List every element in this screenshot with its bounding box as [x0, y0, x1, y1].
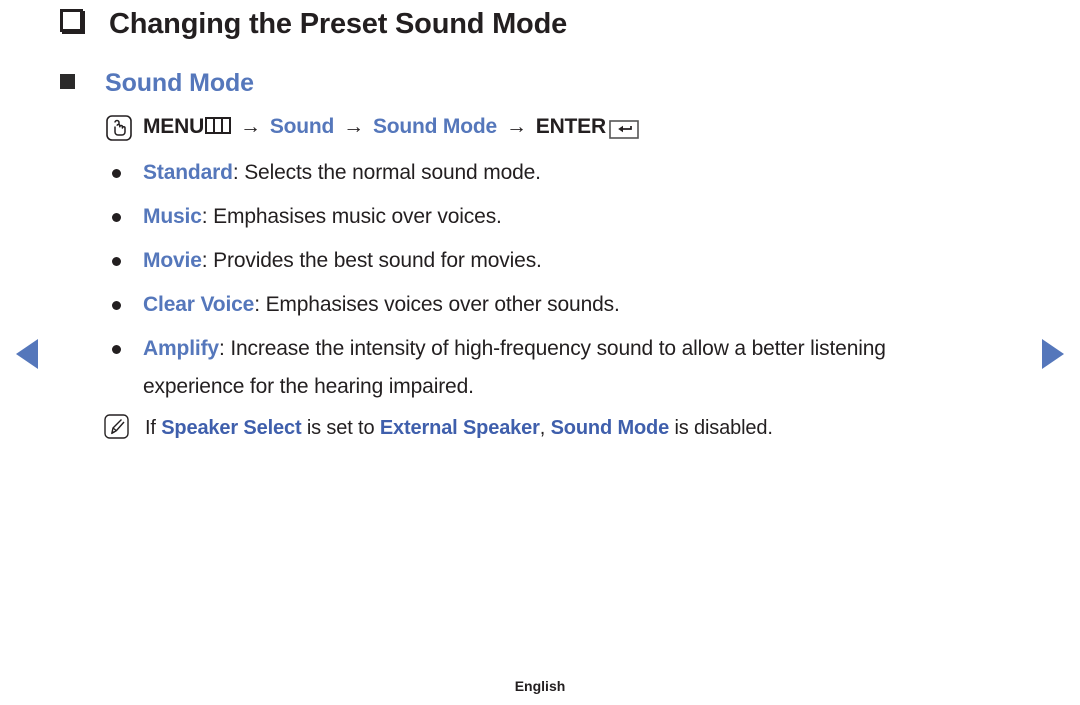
enter-button-label: ENTER	[536, 115, 639, 139]
triangle-left-icon[interactable]	[16, 339, 38, 369]
option-description: Provides the best sound for movies.	[213, 249, 542, 272]
list-item-text: Music: Emphasises music over voices.	[143, 198, 1020, 236]
list-item: Music: Emphasises music over voices.	[60, 198, 1020, 236]
list-item-text: Clear Voice: Emphasises voices over othe…	[143, 286, 1020, 324]
path-separator-1: →	[240, 115, 261, 138]
list-item: Clear Voice: Emphasises voices over othe…	[60, 286, 1020, 324]
hollow-square-bullet-icon	[60, 9, 83, 32]
note-part-2: is set to	[301, 417, 380, 439]
option-term: Music	[143, 205, 202, 228]
note-part-1: If	[145, 417, 162, 439]
note-term-external-speaker: External Speaker	[379, 417, 540, 439]
menu-path: MENU → Sound → Sound Mode → ENTER	[106, 114, 1020, 141]
note-term-speaker-select: Speaker Select	[161, 417, 302, 439]
enter-return-icon	[609, 120, 639, 139]
menu-label-text: MENU	[143, 115, 205, 138]
filled-square-bullet-icon	[60, 74, 75, 89]
option-description: Increase the intensity of high-frequency…	[143, 337, 886, 398]
note-part-3: ,	[539, 417, 551, 439]
manual-page: Changing the Preset Sound Mode Sound Mod…	[0, 0, 1080, 705]
option-separator: :	[201, 249, 214, 272]
bullet-dot-icon	[112, 345, 121, 354]
note-pencil-icon	[104, 414, 129, 439]
option-separator: :	[254, 293, 266, 316]
list-item: Movie: Provides the best sound for movie…	[60, 242, 1020, 280]
list-item-text: Amplify: Increase the intensity of high-…	[143, 330, 1020, 406]
list-item: Amplify: Increase the intensity of high-…	[60, 330, 1020, 406]
path-separator-3: →	[505, 115, 527, 138]
section-title-row: Sound Mode	[60, 69, 1020, 98]
list-item: Standard: Selects the normal sound mode.	[60, 154, 1020, 192]
enter-label-text: ENTER	[535, 115, 606, 138]
option-term: Amplify	[143, 337, 219, 360]
page-content: Changing the Preset Sound Mode Sound Mod…	[60, 8, 1020, 443]
note-text: If Speaker Select is set to External Spe…	[145, 413, 1020, 443]
option-term: Standard	[143, 161, 233, 184]
page-title: Changing the Preset Sound Mode	[109, 8, 568, 40]
option-separator: :	[201, 205, 214, 228]
path-separator-2: →	[343, 115, 364, 138]
note-part-4: is disabled.	[669, 417, 773, 439]
menu-bars-icon	[205, 117, 232, 134]
option-description: Emphasises voices over other sounds.	[265, 293, 620, 316]
menu-step-sound-mode: Sound Mode	[372, 115, 497, 138]
list-item-text: Movie: Provides the best sound for movie…	[143, 242, 1020, 280]
bullet-dot-icon	[112, 213, 121, 222]
option-description: Emphasises music over voices.	[213, 205, 502, 228]
bullet-dot-icon	[112, 301, 121, 310]
sound-mode-options-list: Standard: Selects the normal sound mode.…	[60, 154, 1020, 406]
page-title-row: Changing the Preset Sound Mode	[60, 8, 1020, 41]
list-item-text: Standard: Selects the normal sound mode.	[143, 154, 1020, 192]
note-row: If Speaker Select is set to External Spe…	[104, 413, 1020, 443]
footer-language-label: English	[514, 678, 566, 694]
press-hand-icon	[106, 115, 132, 141]
bullet-dot-icon	[112, 169, 121, 178]
option-description: Selects the normal sound mode.	[244, 161, 541, 184]
menu-button-label: MENU	[143, 115, 232, 139]
bullet-dot-icon	[112, 257, 121, 266]
menu-step-sound: Sound	[269, 115, 335, 138]
section-title: Sound Mode	[105, 69, 254, 97]
option-term: Movie	[143, 249, 202, 272]
option-separator: :	[218, 337, 231, 360]
option-separator: :	[232, 161, 245, 184]
option-term: Clear Voice	[143, 293, 255, 316]
note-term-sound-mode: Sound Mode	[550, 417, 670, 439]
triangle-right-icon[interactable]	[1042, 339, 1064, 369]
